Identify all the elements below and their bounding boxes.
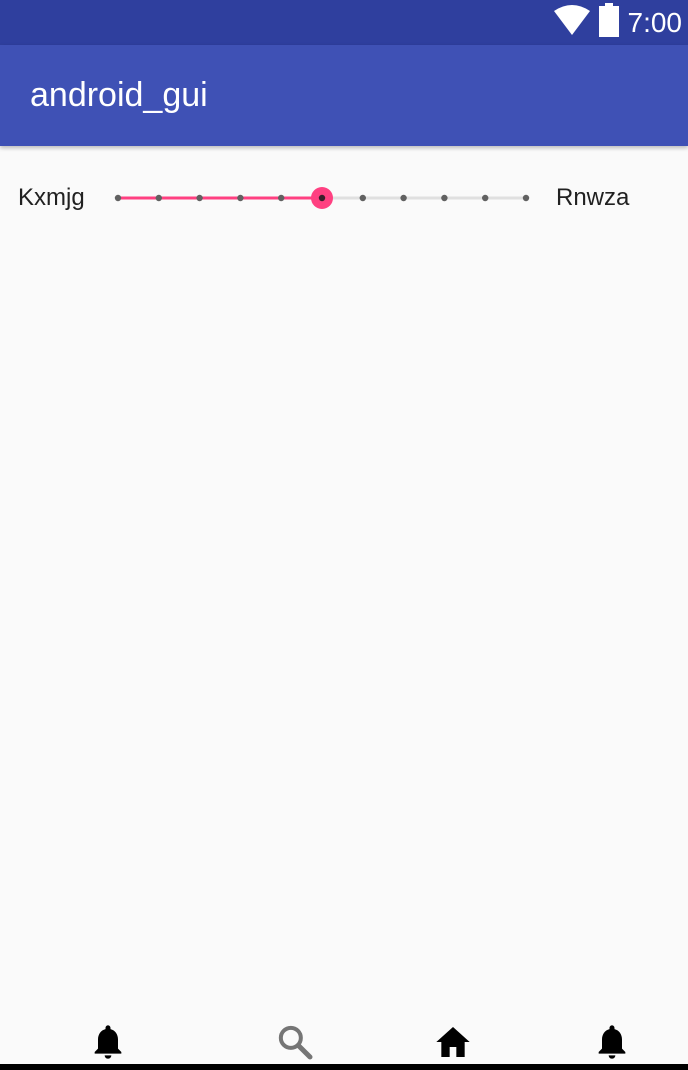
slider-tick <box>196 194 203 202</box>
bottom-navigation <box>0 1016 688 1066</box>
bottom-nav-item[interactable] <box>273 1022 317 1066</box>
slider-thumb-tick <box>318 194 326 202</box>
app-title: android_gui <box>30 76 208 114</box>
app-bar: android_gui <box>0 45 688 146</box>
slider-tick <box>441 194 448 202</box>
slider-tick <box>114 194 122 202</box>
battery-icon <box>598 3 620 42</box>
slider-tick <box>522 194 530 202</box>
wifi-icon <box>553 5 590 40</box>
navigation-bar-edge <box>0 1064 688 1070</box>
search-icon <box>275 1022 315 1067</box>
slider-tick <box>278 194 285 202</box>
slider-tick <box>359 194 366 202</box>
home-icon <box>433 1022 473 1067</box>
slider-tick <box>237 194 244 202</box>
slider-max-label: Rnwza <box>556 184 630 211</box>
slider-tick <box>482 194 489 202</box>
bell-icon <box>592 1022 632 1067</box>
status-bar: 7:00 <box>0 0 688 45</box>
status-icons: 7:00 <box>553 0 683 45</box>
slider-min-label: Kxmjg <box>18 184 85 211</box>
slider-row: Kxmjg Rnwza <box>0 170 688 226</box>
bottom-nav-item[interactable] <box>431 1022 475 1066</box>
status-clock: 7:00 <box>627 7 683 38</box>
slider-tick <box>400 194 407 202</box>
bell-icon <box>88 1022 128 1067</box>
bottom-nav-item[interactable] <box>590 1022 634 1066</box>
slider-tick <box>155 194 162 202</box>
bottom-nav-item[interactable] <box>86 1022 130 1066</box>
discrete-slider[interactable] <box>98 170 548 226</box>
